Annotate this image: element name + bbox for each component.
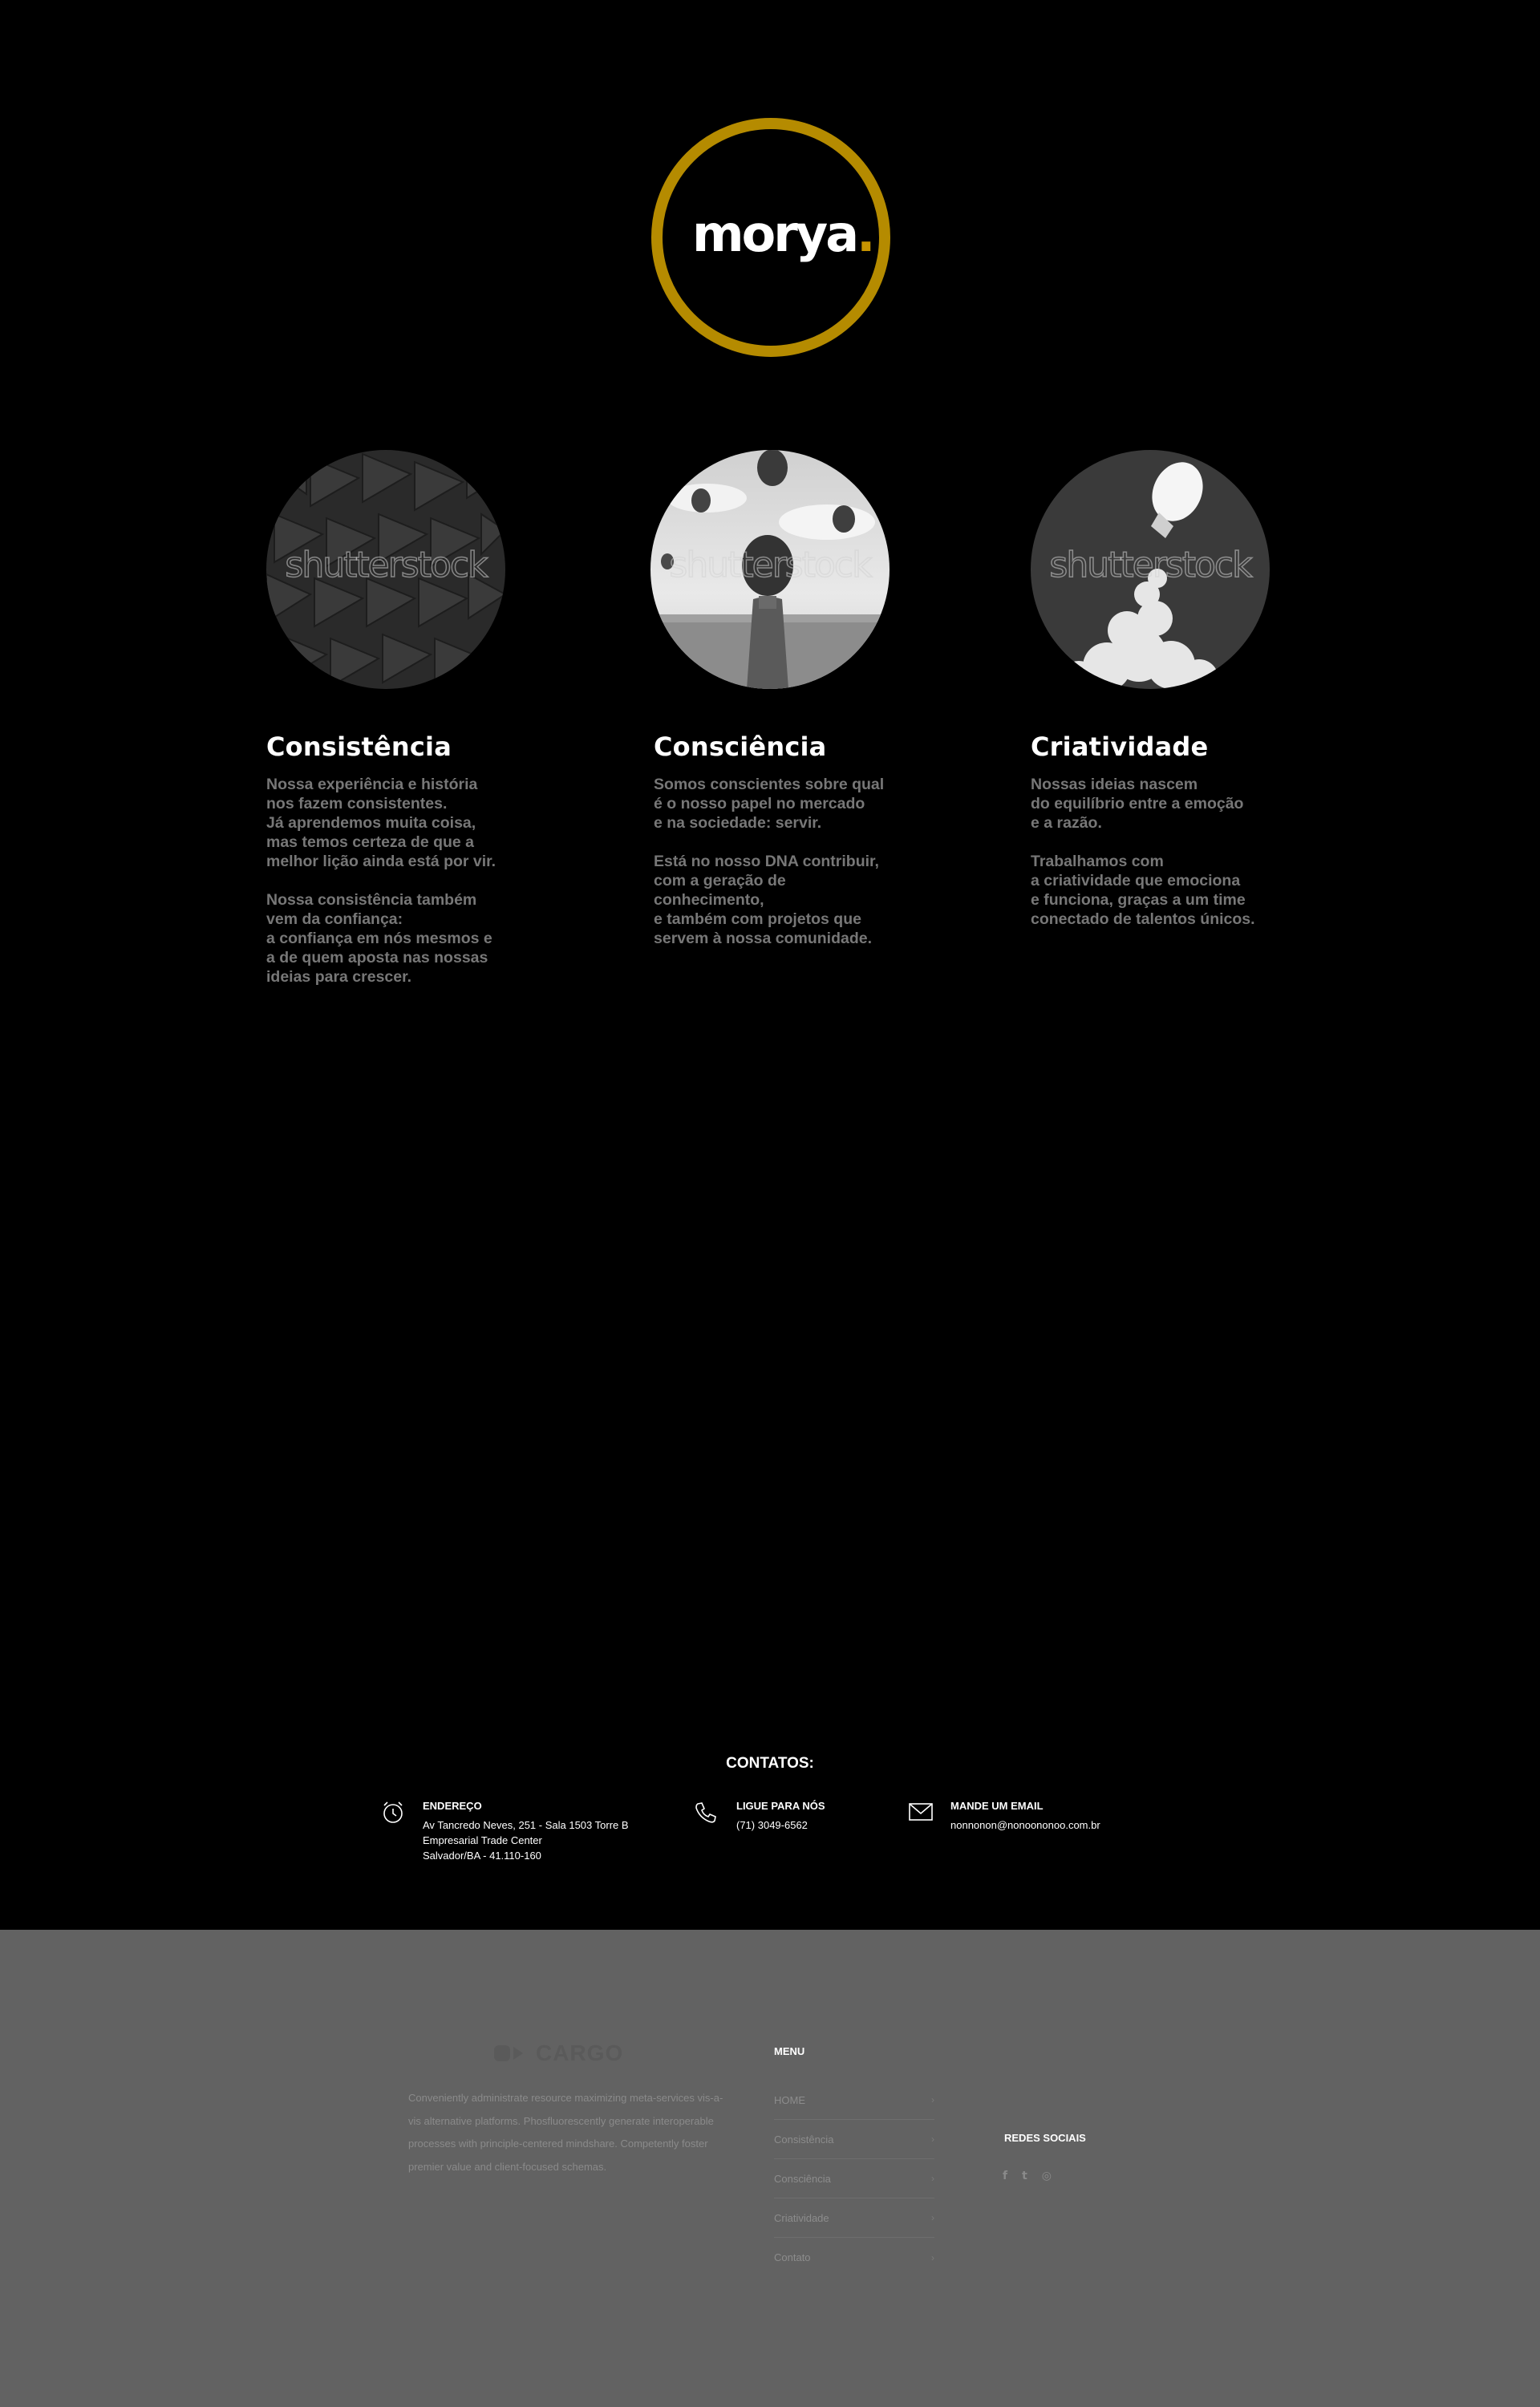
- footer-menu-label: Contato: [774, 2251, 811, 2263]
- footer-menu-label: Consistência: [774, 2133, 834, 2146]
- brand-name: morya: [692, 205, 859, 263]
- footer-social-links: f t ◎: [1003, 2170, 1052, 2182]
- footer-menu: HOME › Consistência › Consciência › Criativ…: [774, 2081, 934, 2277]
- footer-menu-item-criatividade[interactable]: Criatividade ›: [774, 2198, 934, 2238]
- column-body-consistencia: Nossa experiência e história nos fazem c…: [266, 776, 496, 986]
- address-label: ENDEREÇO: [423, 1800, 482, 1812]
- chevron-right-icon: ›: [931, 2251, 934, 2263]
- email-label: MANDE UM EMAIL: [950, 1800, 1044, 1812]
- footer-social-title: REDES SOCIAIS: [1004, 2132, 1086, 2144]
- footer-menu-item-contato[interactable]: Contato ›: [774, 2238, 934, 2277]
- contacts-title: CONTATOS:: [726, 1755, 814, 1772]
- brand-logo[interactable]: morya.: [692, 202, 876, 266]
- footer-menu-label: Consciência: [774, 2172, 831, 2185]
- consciencia-image: shutterstock: [650, 450, 890, 689]
- watermark: shutterstock: [669, 544, 873, 586]
- address-value: Av Tancredo Neves, 251 - Sala 1503 Torre…: [423, 1819, 629, 1862]
- chevron-right-icon: ›: [931, 2094, 934, 2105]
- column-title-criatividade: Criatividade: [1031, 731, 1209, 762]
- column-body-consciencia: Somos conscientes sobre qual é o nosso p…: [654, 776, 885, 947]
- criatividade-image: shutterstock: [1031, 450, 1270, 689]
- envelope-icon: [908, 1801, 934, 1826]
- consistencia-image: shutterstock: [266, 450, 505, 689]
- footer-menu-item-consistencia[interactable]: Consistência ›: [774, 2120, 934, 2159]
- email-value[interactable]: nonnonon@nonoononoo.com.br: [950, 1817, 1100, 1833]
- chevron-right-icon: ›: [931, 2173, 934, 2184]
- instagram-icon[interactable]: ◎: [1042, 2170, 1052, 2182]
- column-title-consciencia: Consciência: [654, 731, 827, 762]
- footer-menu-item-consciencia[interactable]: Consciência ›: [774, 2159, 934, 2198]
- footer-menu-label: HOME: [774, 2093, 805, 2106]
- footer-description: Conveniently administrate resource maxim…: [408, 2092, 723, 2173]
- facebook-icon[interactable]: f: [1003, 2170, 1007, 2182]
- brand-dot: .: [857, 205, 876, 263]
- footer-menu-item-home[interactable]: HOME ›: [774, 2081, 934, 2120]
- chevron-right-icon: ›: [931, 2212, 934, 2223]
- footer-menu-title: MENU: [774, 2045, 805, 2057]
- watermark: shutterstock: [285, 544, 489, 586]
- footer: [0, 1930, 1540, 2407]
- footer-logo[interactable]: CARGO: [494, 2040, 623, 2066]
- chevron-right-icon: ›: [931, 2133, 934, 2145]
- watermark: shutterstock: [1049, 544, 1254, 586]
- phone-icon: [693, 1800, 719, 1829]
- footer-logo-text: CARGO: [536, 2040, 624, 2065]
- phone-label: LIGUE PARA NÓS: [736, 1800, 825, 1812]
- column-title-consistencia: Consistência: [266, 731, 452, 762]
- alarm-clock-icon: [380, 1800, 406, 1829]
- footer-logo-icon: [494, 2045, 523, 2061]
- footer-menu-label: Criatividade: [774, 2211, 829, 2224]
- phone-value[interactable]: (71) 3049-6562: [736, 1817, 808, 1833]
- column-body-criatividade: Nossas ideias nascem do equilíbrio entre…: [1031, 776, 1255, 928]
- twitter-icon[interactable]: t: [1022, 2170, 1027, 2182]
